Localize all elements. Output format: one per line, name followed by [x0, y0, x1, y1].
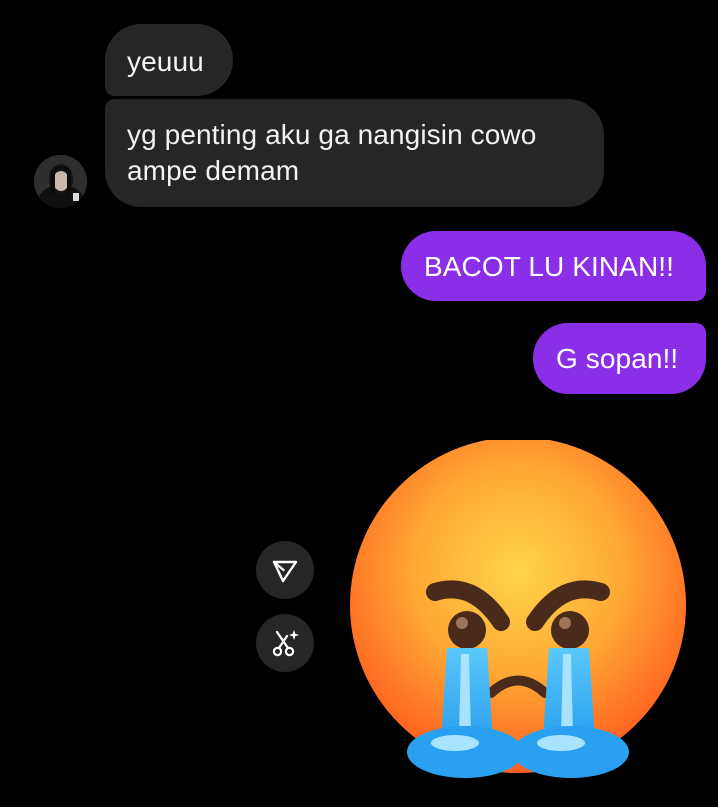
message-text: BACOT LU KINAN!! — [424, 251, 675, 282]
message-bubble-incoming[interactable]: yeuuu — [105, 24, 233, 96]
message-bubble-outgoing[interactable]: BACOT LU KINAN!! — [401, 231, 706, 301]
crying-angry-face-emoji[interactable] — [343, 437, 693, 790]
message-bubble-incoming[interactable]: yg penting aku ga nangisin cowo ampe dem… — [105, 99, 604, 207]
send-paper-plane-icon — [272, 560, 298, 583]
share-button[interactable] — [256, 541, 314, 599]
message-text: yg penting aku ga nangisin cowo ampe dem… — [127, 119, 537, 186]
scissors-sparkle-icon — [272, 630, 299, 657]
message-text: G sopan!! — [556, 343, 679, 374]
remix-button[interactable] — [256, 614, 314, 672]
message-bubble-outgoing[interactable]: G sopan!! — [533, 323, 706, 394]
message-text: yeuuu — [127, 46, 204, 77]
avatar[interactable] — [34, 155, 87, 208]
